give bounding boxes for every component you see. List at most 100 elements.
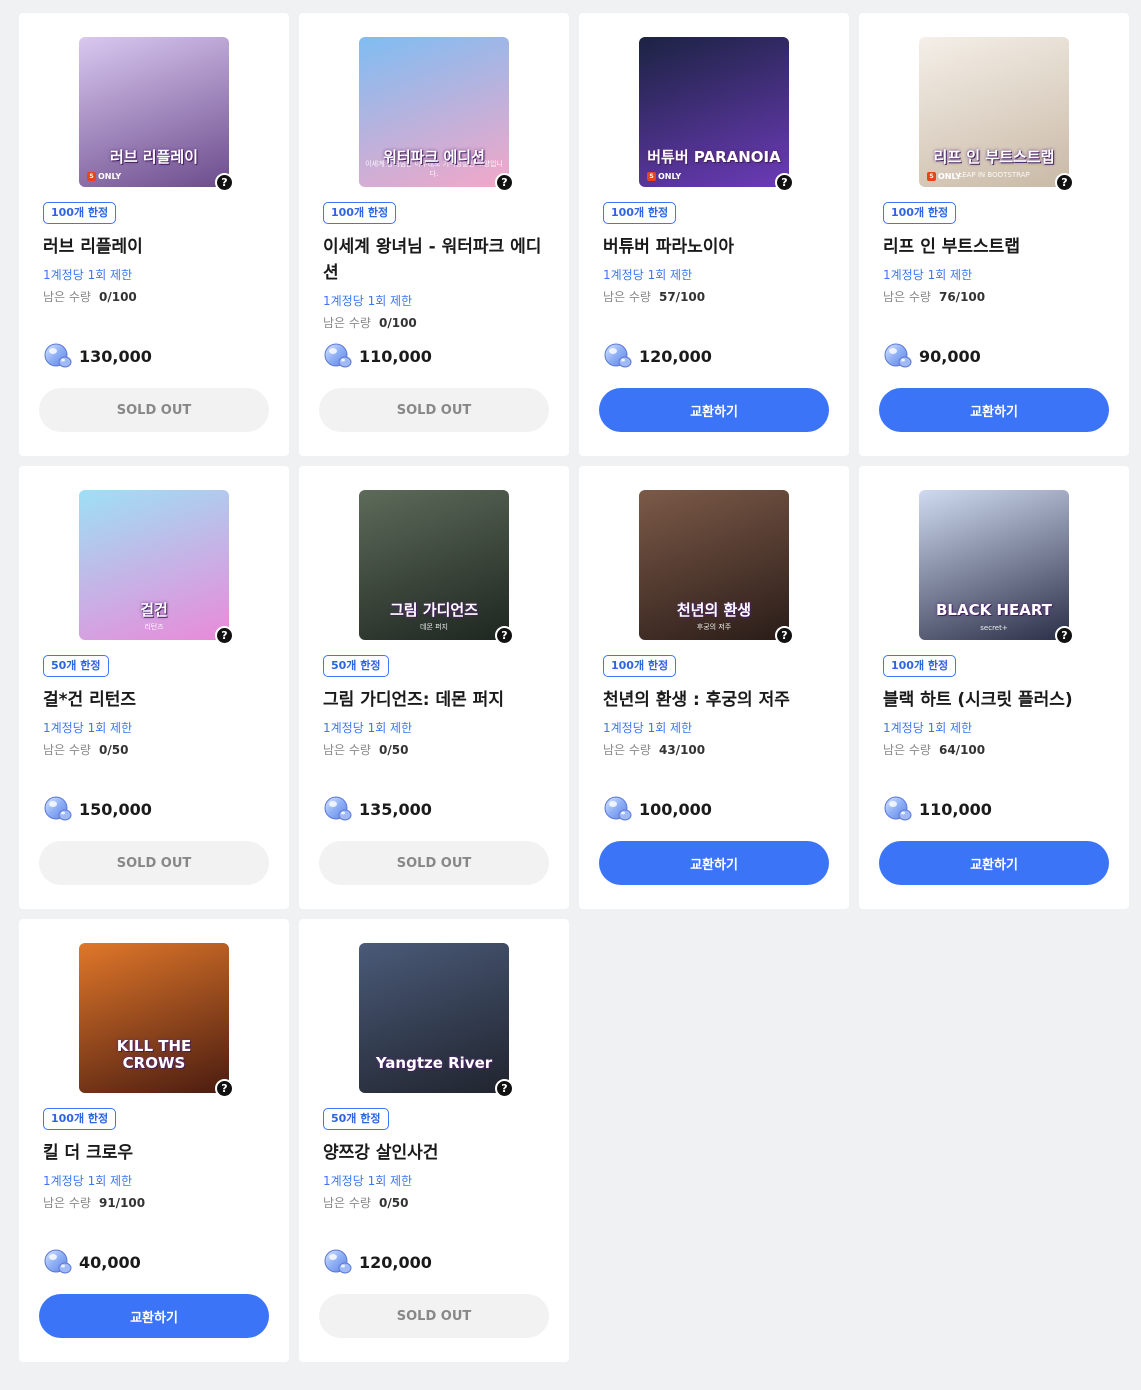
help-icon[interactable]: ? [775,173,794,192]
remaining-label: 남은 수량 [323,743,371,757]
thumbnail-title: 걸건 [140,600,168,619]
limit-badge: 50개 한정 [323,655,389,677]
help-icon[interactable]: ? [495,626,514,645]
price-row: 90,000 [883,342,981,370]
remaining-label: 남은 수량 [43,290,91,304]
help-icon[interactable]: ? [1055,173,1074,192]
remaining-value: 57/100 [658,290,706,304]
price-value: 90,000 [919,346,981,366]
remaining-quantity: 남은 수량 0/50 [43,741,128,758]
product-card: 이세계 왕녀님은 아무래도 기억상실인 모양입니다. 워터파크 에디션? 100개 … [299,13,569,456]
product-thumbnail[interactable]: 러브 리플레이 S ONLY [79,37,229,187]
sold-out-button[interactable]: SOLD OUT [39,841,269,885]
per-account-limit: 1계정당 1회 제한 [43,1174,133,1188]
help-icon[interactable]: ? [1055,626,1074,645]
remaining-label: 남은 수량 [323,1196,371,1210]
remaining-value: 0/50 [378,1196,409,1210]
sold-out-button[interactable]: SOLD OUT [319,841,549,885]
sold-out-button[interactable]: SOLD OUT [39,388,269,432]
product-thumbnail[interactable]: LEAP IN BOOTSTRAP 리프 인 부트스트랩 S ONLY [919,37,1069,187]
only-s-icon: S [927,172,936,181]
thumbnail-title: KILL THE CROWS [116,1037,192,1072]
product-title: 그림 가디언즈: 데몬 퍼지 [323,690,504,710]
exchange-button[interactable]: 교환하기 [879,841,1109,885]
exchange-button[interactable]: 교환하기 [879,388,1109,432]
only-badge: S ONLY [927,172,961,181]
limit-badge: 100개 한정 [603,202,677,224]
price-value: 110,000 [919,799,992,819]
gem-icon [43,1248,75,1276]
per-account-limit: 1계정당 1회 제한 [323,294,413,308]
product-card: 리턴즈 걸건? 50개 한정 걸*건 리턴즈 1계정당 1회 제한 남은 수량 0/50 15… [19,466,289,909]
thumbnail-title: 천년의 환생 [676,600,752,619]
per-account-limit: 1계정당 1회 제한 [323,721,413,735]
help-icon[interactable]: ? [215,1079,234,1098]
help-icon[interactable]: ? [215,173,234,192]
product-thumbnail[interactable]: 데몬 퍼지 그림 가디언즈 [359,490,509,640]
only-badge: S ONLY [87,172,121,181]
only-badge: S ONLY [647,172,681,181]
remaining-quantity: 남은 수량 0/100 [323,314,417,331]
price-value: 130,000 [79,346,152,366]
limit-badge: 50개 한정 [43,655,109,677]
price-row: 150,000 [43,795,152,823]
help-icon[interactable]: ? [495,173,514,192]
price-row: 100,000 [603,795,712,823]
remaining-quantity: 남은 수량 76/100 [883,288,985,305]
help-icon[interactable]: ? [495,1079,514,1098]
gem-icon [43,342,75,370]
gem-icon [323,1248,355,1276]
product-grid: 러브 리플레이 S ONLY? 100개 한정 러브 리플레이 1계정당 1회 제한 남은 … [0,0,1141,1390]
remaining-label: 남은 수량 [883,290,931,304]
per-account-limit: 1계정당 1회 제한 [603,268,693,282]
help-icon[interactable]: ? [775,626,794,645]
only-label: ONLY [938,172,962,181]
product-thumbnail[interactable]: 버튜버 PARANOIA S ONLY [639,37,789,187]
remaining-label: 남은 수량 [43,1196,91,1210]
remaining-label: 남은 수량 [43,743,91,757]
limit-badge: 100개 한정 [603,655,677,677]
per-account-limit: 1계정당 1회 제한 [323,1174,413,1188]
price-value: 110,000 [359,346,432,366]
price-row: 120,000 [323,1248,432,1276]
exchange-button[interactable]: 교환하기 [39,1294,269,1338]
sold-out-button[interactable]: SOLD OUT [319,1294,549,1338]
product-thumbnail[interactable]: 이세계 왕녀님은 아무래도 기억상실인 모양입니다. 워터파크 에디션 [359,37,509,187]
price-value: 120,000 [359,1252,432,1272]
only-label: ONLY [658,172,682,181]
remaining-quantity: 남은 수량 57/100 [603,288,705,305]
limit-badge: 50개 한정 [323,1108,389,1130]
per-account-limit: 1계정당 1회 제한 [43,268,133,282]
thumbnail-title: 러브 리플레이 [109,147,199,166]
product-title: 블랙 하트 (시크릿 플러스) [883,690,1073,710]
only-label: ONLY [98,172,122,181]
limit-badge: 100개 한정 [883,655,957,677]
product-card: secret+ BLACK HEART? 100개 한정블랙 하트 (시크릿 플러스… [859,466,1129,909]
thumbnail-subtitle: 데몬 퍼지 [420,623,448,631]
price-row: 40,000 [43,1248,141,1276]
sold-out-button[interactable]: SOLD OUT [319,388,549,432]
product-thumbnail[interactable]: Yangtze River [359,943,509,1093]
exchange-button[interactable]: 교환하기 [599,841,829,885]
help-icon[interactable]: ? [215,626,234,645]
product-thumbnail[interactable]: 리턴즈 걸건 [79,490,229,640]
remaining-label: 남은 수량 [603,743,651,757]
price-value: 150,000 [79,799,152,819]
remaining-value: 0/100 [98,290,137,304]
price-value: 120,000 [639,346,712,366]
exchange-button[interactable]: 교환하기 [599,388,829,432]
remaining-value: 76/100 [938,290,986,304]
product-card: 후궁의 저주 천년의 환생? 100개 한정 천년의 환생 : 후궁의 저주 1계정당 … [579,466,849,909]
product-thumbnail[interactable]: KILL THE CROWS [79,943,229,1093]
product-title: 버튜버 파라노이아 [603,237,735,257]
product-thumbnail[interactable]: 후궁의 저주 천년의 환생 [639,490,789,640]
thumbnail-subtitle: secret+ [980,624,1008,632]
product-thumbnail[interactable]: secret+ BLACK HEART [919,490,1069,640]
gem-icon [603,795,635,823]
per-account-limit: 1계정당 1회 제한 [43,721,133,735]
per-account-limit: 1계정당 1회 제한 [883,721,973,735]
remaining-value: 0/100 [378,316,417,330]
product-card: 러브 리플레이 S ONLY? 100개 한정 러브 리플레이 1계정당 1회 제한 남은 … [19,13,289,456]
thumbnail-title: Yangtze River [375,1053,493,1072]
price-value: 135,000 [359,799,432,819]
